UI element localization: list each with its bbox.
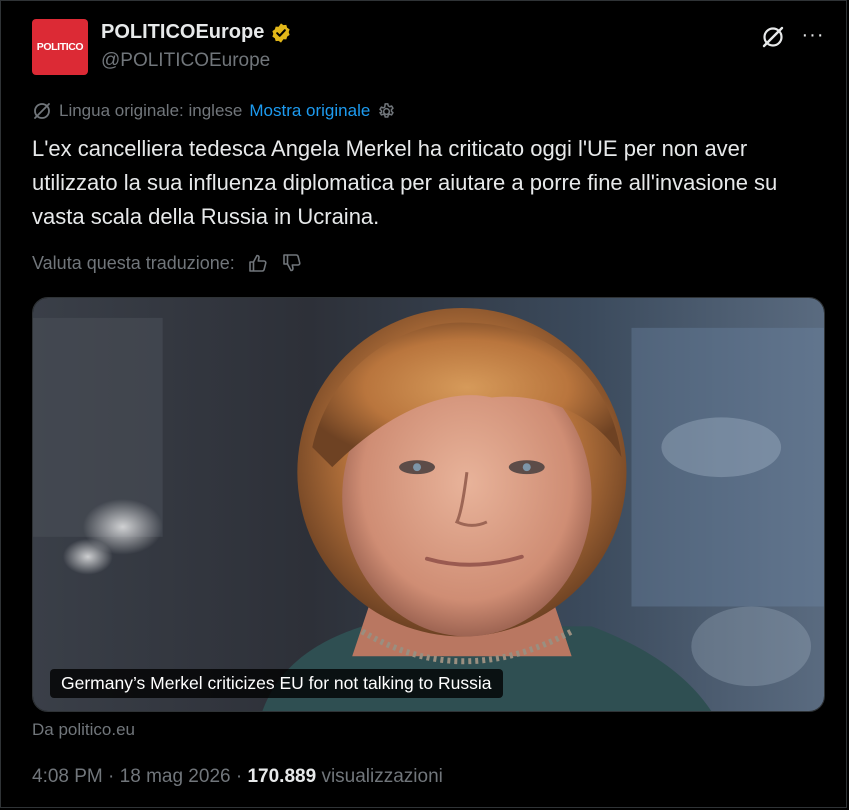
author-name-line[interactable]: POLITICOEurope xyxy=(101,21,292,44)
grok-icon[interactable] xyxy=(760,24,786,50)
avatar[interactable]: POLITICO xyxy=(32,19,88,75)
translation-bar: Lingua originale: inglese Mostra origina… xyxy=(32,101,396,121)
gear-icon[interactable] xyxy=(377,102,396,121)
verified-badge-icon[interactable] xyxy=(270,22,292,44)
tweet-text: L'ex cancelliera tedesca Angela Merkel h… xyxy=(32,136,778,229)
article-photo xyxy=(33,298,824,711)
views-count: 170.889 xyxy=(247,766,317,787)
rate-translation-bar: Valuta questa traduzione: xyxy=(32,252,303,274)
avatar-logo-text: POLITICO xyxy=(36,41,84,53)
meta-separator-2: · xyxy=(235,766,243,787)
thumbs-down-icon[interactable] xyxy=(281,252,303,274)
meta-separator: · xyxy=(108,766,115,787)
card-caption: Germany’s Merkel criticizes EU for not t… xyxy=(50,669,503,698)
translate-globe-icon xyxy=(34,103,50,119)
show-original-link[interactable]: Mostra originale xyxy=(249,101,370,121)
original-language-label: Lingua originale: inglese xyxy=(59,101,243,120)
tweet-date[interactable]: 18 mag 2026 xyxy=(120,766,231,787)
card-source-link[interactable]: Da politico.eu xyxy=(32,720,135,740)
handle[interactable]: @POLITICOEurope xyxy=(101,50,270,72)
thumbs-up-icon[interactable] xyxy=(247,252,269,274)
link-preview-card[interactable]: Germany’s Merkel criticizes EU for not t… xyxy=(32,297,825,712)
more-options-icon[interactable]: ··· xyxy=(800,22,826,48)
rate-translation-label: Valuta questa traduzione: xyxy=(32,252,235,273)
views-label: visualizzazioni xyxy=(321,766,443,787)
tweet-time[interactable]: 4:08 PM xyxy=(32,766,103,787)
tweet-meta: 4:08 PM · 18 mag 2026 · 170.889 visualiz… xyxy=(32,766,443,788)
display-name[interactable]: POLITICOEurope xyxy=(101,21,264,44)
